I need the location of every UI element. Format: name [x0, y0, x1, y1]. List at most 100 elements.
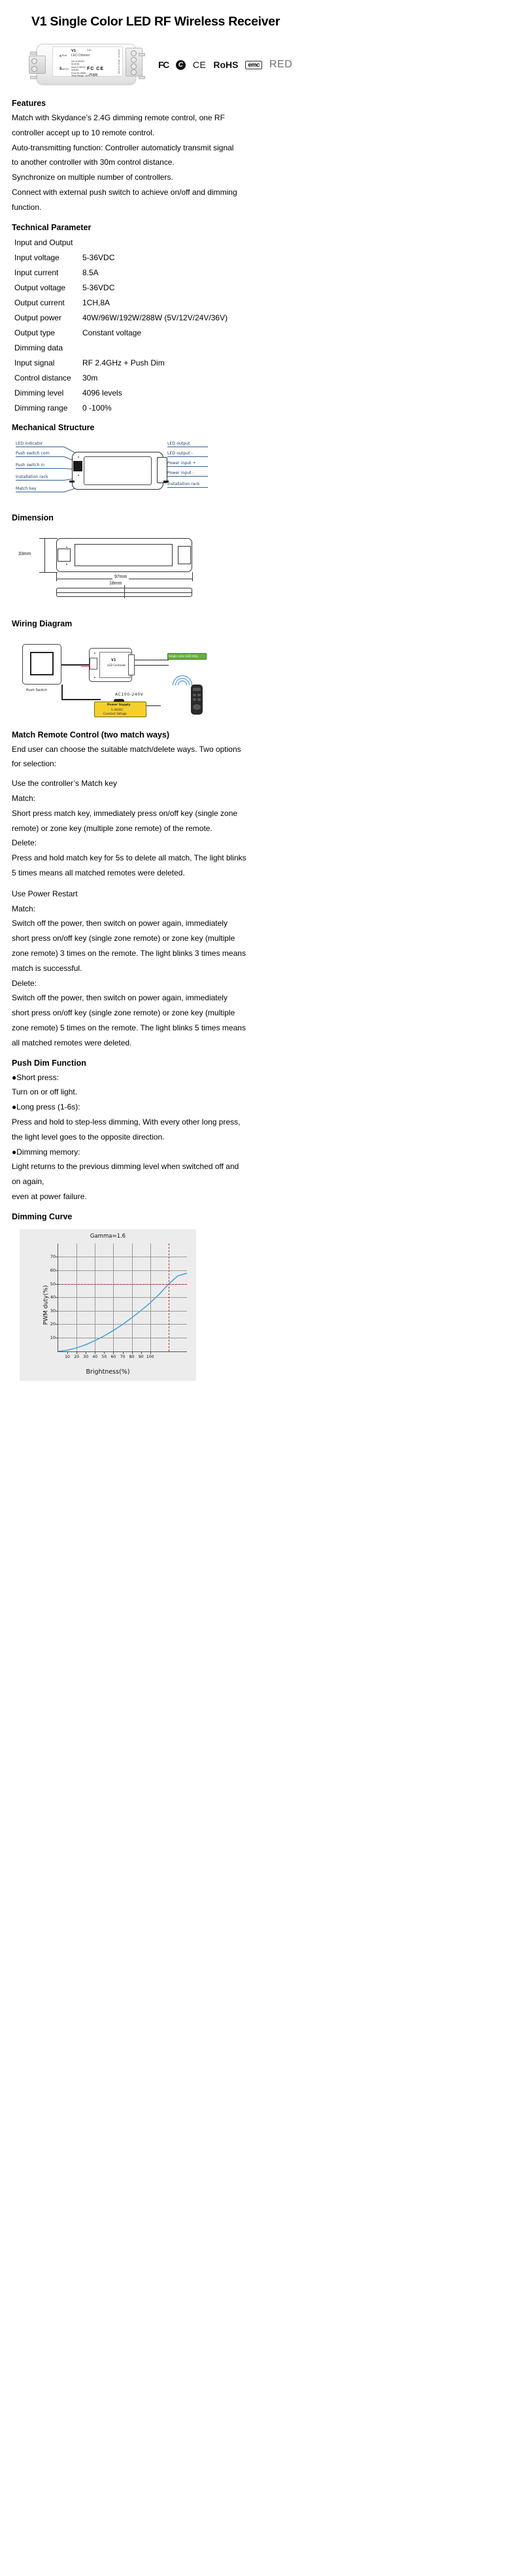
- spec-value: 8.5A: [82, 267, 99, 277]
- chart-gridline-v: [150, 1243, 151, 1351]
- match-key-label: MATCH: [61, 68, 69, 71]
- chart-x-tick-mark: [131, 1351, 133, 1354]
- match-way2-match-text: match is successful.: [12, 963, 82, 973]
- features-line: Connect with external push switch to ach…: [12, 187, 237, 197]
- mechanical-structure-figure: LED indicator Push switch com Push switc…: [16, 440, 523, 503]
- features-line: Auto-transmitting function: Controller a…: [12, 143, 234, 152]
- bracket-screw-2: [31, 66, 37, 72]
- table-row: Control distance 30m: [14, 373, 523, 382]
- mech-label-installation-rack: Installation rack: [16, 474, 48, 479]
- mains-wire-horiz: [61, 698, 101, 700]
- dim-depth-label: 18mm: [107, 581, 124, 586]
- spec-label: Output type: [14, 328, 56, 337]
- installation-bracket: [29, 56, 46, 74]
- features-line: Synchronize on multiple number of contro…: [12, 173, 173, 182]
- dim-right-terminal: [178, 545, 191, 564]
- switch-wire: [61, 664, 89, 666]
- table-row: Input signal RF 2.4GHz + Push Dim: [14, 358, 523, 367]
- spec-value: 5-36VDC: [82, 252, 115, 262]
- dim-height-line: [44, 537, 45, 572]
- mech-label-led-output: LED output: [167, 441, 190, 446]
- dim-height-ext-top: [39, 537, 58, 539]
- mech-rule: [16, 456, 64, 457]
- mech-rule: [167, 486, 208, 488]
- device-model-text: V1: [71, 49, 76, 53]
- chart-y-tick-label: 70: [50, 1254, 56, 1260]
- device-input-spec: Uin=5-36VDC Iin=8.5A: [71, 60, 85, 66]
- mech-rule: [167, 456, 208, 457]
- match-remote-heading: Match Remote Control (two match ways): [12, 730, 169, 739]
- dim-top-view-face: [75, 543, 173, 566]
- mechanical-diagram: LED indicator Push switch com Push switc…: [16, 440, 212, 503]
- mech-rule: [167, 475, 208, 477]
- terminal-screw-4: [131, 69, 137, 75]
- mechanical-structure-heading: Mechanical Structure: [12, 422, 95, 432]
- chart-x-axis-label: Brightness(%): [86, 1368, 130, 1376]
- table-row: Input voltage 5-36VDC: [14, 253, 523, 262]
- chart-x-tick-mark: [67, 1351, 69, 1354]
- mech-device-face: [84, 456, 152, 485]
- controller-output-terminal: [128, 654, 135, 675]
- chart-gridline-v: [76, 1243, 78, 1351]
- technical-parameter-heading: Technical Parameter: [12, 222, 92, 232]
- chart-y-axis-label: PWM duty(%): [42, 1285, 50, 1325]
- remote-button-4: [197, 698, 201, 701]
- spec-label: Output current: [14, 297, 65, 307]
- table-row: Dimming range 0 -100%: [14, 403, 523, 413]
- device-input-port-label: INPUT 5-36VDC: [118, 59, 120, 74]
- match-way2-delete-text: short press on/off key (single zone remo…: [12, 1008, 235, 1018]
- chart-gridline-h: [58, 1310, 187, 1312]
- page-title: V1 Single Color LED RF Wireless Receiver: [31, 14, 280, 29]
- mains-voltage-label: AC100-240V: [115, 692, 144, 697]
- push-dim-line: ●Dimming memory:: [12, 1147, 80, 1157]
- mech-rule: [167, 466, 208, 467]
- remote-button-2: [197, 693, 201, 696]
- mech-label-led-output-minus: LED output -: [167, 450, 193, 456]
- remote-button-3: [193, 698, 196, 701]
- remote-dial: [193, 703, 201, 710]
- match-way1-match-text: Short press match key, immediately press…: [12, 808, 238, 818]
- table-row: Output current 1CH,8A: [14, 298, 523, 307]
- led-output-wire-plus: [135, 659, 169, 661]
- dim-length-ext-r: [192, 571, 193, 581]
- chart-title: Gamma=1.6: [90, 1232, 126, 1240]
- match-way2-match-text: Switch off the power, then switch on pow…: [12, 919, 228, 928]
- certification-logos: FC C CE RoHS emc RED: [158, 59, 292, 71]
- mech-label-match-key: Match key: [16, 486, 37, 491]
- spec-label: Dimming range: [14, 403, 68, 413]
- fcc-icon: FC: [158, 59, 169, 70]
- chart-x-tick-label: 20: [74, 1354, 80, 1359]
- chart-x-tick-label: 90: [138, 1354, 144, 1359]
- match-intro-line: for selection:: [12, 759, 57, 769]
- device-label-face: RUN MATCH V1 LED Dimmer Uin=5-36VDC Iin=…: [52, 46, 123, 77]
- spec-label: Control distance: [14, 373, 71, 382]
- remote-button-1: [193, 693, 196, 696]
- spec-value: 40W/96W/192W/288W (5V/12V/24V/36V): [82, 313, 228, 322]
- mech-label-led-indicator: LED indicator: [16, 441, 43, 446]
- controller-sub-label: LED Controller: [107, 663, 126, 667]
- features-heading: Features: [12, 99, 46, 108]
- push-dim-line: ●Long press (1-6s):: [12, 1102, 80, 1112]
- run-led-label: RUN: [62, 54, 67, 57]
- match-way2-match-text: short press on/off key (single zone remo…: [12, 934, 235, 943]
- ps-output-wire: [146, 705, 161, 707]
- chart-y-tick-label: 40: [50, 1295, 56, 1300]
- mains-wire-vert: [61, 684, 63, 699]
- chart-y-tick-label: 50: [50, 1281, 56, 1287]
- dimension-figure: 33mm 97mm 18mm: [16, 530, 523, 609]
- controller-input-terminal: [90, 657, 97, 669]
- mech-terminal-block: [157, 456, 167, 483]
- dim-length-ext-l: [56, 571, 57, 581]
- spec-label: Input voltage: [14, 252, 59, 262]
- match-way1-title: Use the controller’s Match key: [12, 779, 117, 788]
- chart-gridline-h: [58, 1324, 187, 1325]
- chart-y-tick-label: 10: [50, 1335, 56, 1341]
- match-way1-delete-text: 5 times means all matched remotes were d…: [12, 868, 185, 877]
- match-way2-delete-text: zone remote) 5 times on the remote. The …: [12, 1023, 246, 1032]
- spec-value: RF 2.4GHz + Push Dim: [82, 358, 165, 367]
- match-way1-delete-text: Press and hold match key for 5s to delet…: [12, 853, 246, 863]
- push-dim-line: ●Short press:: [12, 1072, 59, 1082]
- match-way2-title: Use Power Restart: [12, 889, 78, 898]
- terminal-block: [126, 48, 143, 76]
- wiring-diagram-figure: Push Switch V1 LED Controller Single col…: [16, 636, 523, 720]
